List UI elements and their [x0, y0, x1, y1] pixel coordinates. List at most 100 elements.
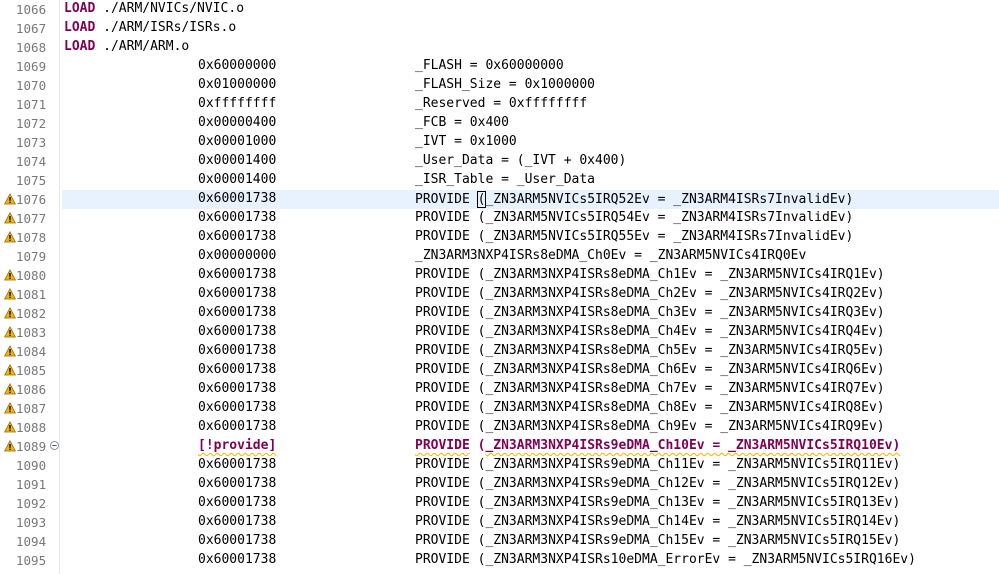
code-line[interactable]: 1070 0x01000000 _FLASH_Size = 0x1000000	[0, 76, 999, 95]
line-number: 1089	[16, 439, 47, 454]
open-paren: (	[469, 514, 486, 529]
code-line[interactable]: 1075 0x00001400 _ISR_Table = _User_Data	[0, 171, 999, 190]
open-paren: (	[469, 229, 486, 244]
code-line[interactable]: 1093 0x60001738 PROVIDE (_ZN3ARM3NXP4ISRs9…	[0, 513, 999, 532]
open-paren: (	[469, 286, 486, 301]
code-line[interactable]: 1082 0x60001738 PROVIDE (_ZN3ARM3NXP4ISRs8…	[0, 304, 999, 323]
line-number: 1078	[16, 230, 47, 245]
load-path: ./ARM/NVICs/NVIC.o	[103, 1, 245, 16]
provide-keyword: PROVIDE	[415, 362, 470, 377]
code-line[interactable]: 1092 0x60001738 PROVIDE (_ZN3ARM3NXP4ISRs9…	[0, 494, 999, 513]
warning-icon[interactable]	[4, 364, 16, 376]
warning-icon[interactable]	[4, 402, 16, 414]
symbol-expression: PROVIDE (_ZN3ARM5NVICs5IRQ54Ev = _ZN3ARM…	[415, 210, 853, 225]
line-number: 1073	[16, 135, 47, 150]
code-line[interactable]: 1067 LOAD ./ARM/ISRs/ISRs.o	[0, 19, 999, 38]
provide-body: _ZN3ARM3NXP4ISRs10eDMA_ErrorEv = _ZN3ARM…	[485, 552, 916, 567]
line-number: 1070	[16, 78, 47, 93]
warning-icon[interactable]	[4, 421, 16, 433]
open-paren: (	[469, 210, 486, 225]
code-line[interactable]: 1089 [!provide] PROVIDE (_ZN3ARM3NXP4ISRs9…	[0, 437, 999, 456]
symbol-address: 0x60001738	[198, 419, 277, 434]
provide-keyword: PROVIDE	[415, 438, 470, 453]
symbol-address: 0x60001738	[198, 267, 277, 282]
code-line[interactable]: 1091 0x60001738 PROVIDE (_ZN3ARM3NXP4ISRs9…	[0, 475, 999, 494]
warning-icon[interactable]	[4, 231, 16, 243]
expression-text: _ZN3ARM3NXP4ISRs8eDMA_Ch0Ev = _ZN3ARM5NV…	[415, 248, 807, 263]
code-editor[interactable]: 1066 LOAD ./ARM/NVICs/NVIC.o 1067 LOAD ./AR…	[0, 0, 999, 574]
code-line[interactable]: 1087 0x60001738 PROVIDE (_ZN3ARM3NXP4ISRs8…	[0, 399, 999, 418]
open-paren: (	[469, 533, 486, 548]
symbol-expression: PROVIDE (_ZN3ARM3NXP4ISRs9eDMA_Ch10Ev = …	[415, 438, 900, 453]
symbol-expression: PROVIDE (_ZN3ARM3NXP4ISRs9eDMA_Ch13Ev = …	[415, 495, 900, 510]
line-number: 1087	[16, 401, 47, 416]
provide-body: _ZN3ARM5NVICs5IRQ54Ev = _ZN3ARM4ISRs7Inv…	[485, 210, 854, 225]
code-line[interactable]: 1094 0x60001738 PROVIDE (_ZN3ARM3NXP4ISRs9…	[0, 532, 999, 551]
code-text: LOAD ./ARM/ISRs/ISRs.o	[64, 20, 236, 35]
warning-icon[interactable]	[4, 307, 16, 319]
symbol-expression: PROVIDE (_ZN3ARM3NXP4ISRs8eDMA_Ch3Ev = _…	[415, 305, 885, 320]
expression-text: _FLASH_Size = 0x1000000	[415, 77, 596, 92]
code-line[interactable]: 1084 0x60001738 PROVIDE (_ZN3ARM3NXP4ISRs8…	[0, 342, 999, 361]
code-line[interactable]: 1073 0x00001000 _IVT = 0x1000	[0, 133, 999, 152]
provide-body: _ZN3ARM3NXP4ISRs9eDMA_Ch13Ev = _ZN3ARM5N…	[485, 495, 901, 510]
open-paren: (	[469, 324, 486, 339]
code-line[interactable]: 1069 0x60000000 _FLASH = 0x60000000	[0, 57, 999, 76]
symbol-address: 0x60001738	[198, 191, 277, 206]
code-line[interactable]: 1080 0x60001738 PROVIDE (_ZN3ARM3NXP4ISRs8…	[0, 266, 999, 285]
load-keyword: LOAD	[64, 39, 96, 54]
symbol-address: 0x60001738	[198, 229, 277, 244]
warning-icon[interactable]	[4, 440, 16, 452]
code-line[interactable]: 1071 0xffffffff _Reserved = 0xffffffff	[0, 95, 999, 114]
code-line[interactable]: 1095 0x60001738 PROVIDE (_ZN3ARM3NXP4ISRs1…	[0, 551, 999, 570]
symbol-expression: _ISR_Table = _User_Data	[415, 172, 595, 187]
code-line[interactable]: 1078 0x60001738 PROVIDE (_ZN3ARM5NVICs5IRQ…	[0, 228, 999, 247]
code-line[interactable]: 1066 LOAD ./ARM/NVICs/NVIC.o	[0, 0, 999, 19]
code-line[interactable]: 1072 0x00000400 _FCB = 0x400	[0, 114, 999, 133]
provide-keyword: PROVIDE	[415, 476, 470, 491]
line-number: 1071	[16, 97, 47, 112]
warning-icon[interactable]	[4, 212, 16, 224]
warning-icon[interactable]	[4, 383, 16, 395]
provide-keyword: PROVIDE	[415, 419, 470, 434]
symbol-address: 0x60001738	[198, 457, 277, 472]
fold-collapse-icon[interactable]	[50, 441, 59, 450]
code-line[interactable]: 1085 0x60001738 PROVIDE (_ZN3ARM3NXP4ISRs8…	[0, 361, 999, 380]
code-line[interactable]: 1068 LOAD ./ARM/ARM.o	[0, 38, 999, 57]
expression-text: _FCB = 0x400	[415, 115, 509, 130]
symbol-expression: PROVIDE (_ZN3ARM3NXP4ISRs10eDMA_ErrorEv …	[415, 552, 916, 567]
line-number: 1072	[16, 116, 47, 131]
open-paren: (	[469, 305, 486, 320]
line-number: 1068	[16, 40, 47, 55]
open-paren: (	[469, 476, 486, 491]
open-paren: (	[469, 362, 486, 377]
warning-icon[interactable]	[4, 345, 16, 357]
code-line[interactable]: 1076 0x60001738 PROVIDE (_ZN3ARM5NVICs5IRQ…	[0, 190, 999, 209]
warning-icon[interactable]	[4, 326, 16, 338]
provide-keyword: PROVIDE	[415, 286, 470, 301]
code-line[interactable]: 1083 0x60001738 PROVIDE (_ZN3ARM3NXP4ISRs8…	[0, 323, 999, 342]
code-line[interactable]: 1079 0x00000000 _ZN3ARM3NXP4ISRs8eDMA_Ch0E…	[0, 247, 999, 266]
code-line[interactable]: 1074 0x00001400 _User_Data = (_IVT + 0x400…	[0, 152, 999, 171]
symbol-address: 0x60001738	[198, 381, 277, 396]
symbol-expression: _FCB = 0x400	[415, 115, 509, 130]
code-line[interactable]: 1086 0x60001738 PROVIDE (_ZN3ARM3NXP4ISRs8…	[0, 380, 999, 399]
provide-body: _ZN3ARM3NXP4ISRs8eDMA_Ch9Ev = _ZN3ARM5NV…	[485, 419, 885, 434]
warning-icon[interactable]	[4, 269, 16, 281]
line-number: 1086	[16, 382, 47, 397]
provide-body: _ZN3ARM3NXP4ISRs8eDMA_Ch1Ev = _ZN3ARM5NV…	[485, 267, 885, 282]
provide-keyword: PROVIDE	[415, 400, 470, 415]
code-line[interactable]: 1090 0x60001738 PROVIDE (_ZN3ARM3NXP4ISRs9…	[0, 456, 999, 475]
warning-icon[interactable]	[4, 288, 16, 300]
provide-body: _ZN3ARM5NVICs5IRQ52Ev = _ZN3ARM4ISRs7Inv…	[485, 192, 854, 207]
expression-text: _ISR_Table = _User_Data	[415, 172, 596, 187]
provide-keyword: PROVIDE	[415, 229, 470, 244]
code-line[interactable]: 1088 0x60001738 PROVIDE (_ZN3ARM3NXP4ISRs8…	[0, 418, 999, 437]
symbol-address: 0x60001738	[198, 362, 277, 377]
code-line[interactable]: 1081 0x60001738 PROVIDE (_ZN3ARM3NXP4ISRs8…	[0, 285, 999, 304]
line-number: 1080	[16, 268, 47, 283]
warning-icon[interactable]	[4, 193, 16, 205]
code-line[interactable]: 1077 0x60001738 PROVIDE (_ZN3ARM5NVICs5IRQ…	[0, 209, 999, 228]
provide-body: _ZN3ARM3NXP4ISRs8eDMA_Ch4Ev = _ZN3ARM5NV…	[485, 324, 885, 339]
symbol-address: 0x00001000	[198, 134, 277, 149]
